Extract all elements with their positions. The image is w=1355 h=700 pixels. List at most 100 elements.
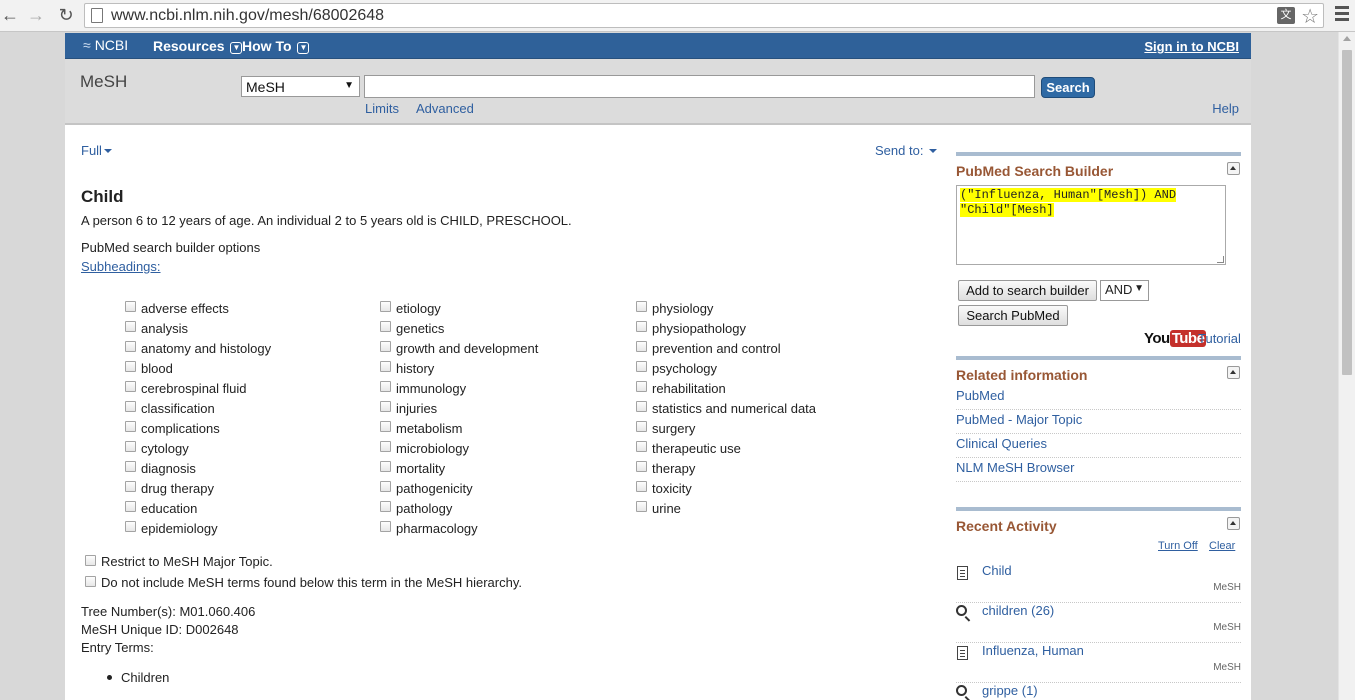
subheading-option[interactable]: complications xyxy=(125,421,271,441)
boolean-operator-select[interactable]: AND ▼ xyxy=(1100,280,1149,301)
subheading-option[interactable]: classification xyxy=(125,401,271,421)
back-icon[interactable]: ← xyxy=(0,5,20,25)
page-scrollbar[interactable] xyxy=(1338,32,1355,700)
subheading-option[interactable]: mortality xyxy=(380,461,538,481)
subheading-option[interactable]: urine xyxy=(636,501,816,521)
subheading-checkbox[interactable] xyxy=(380,321,391,332)
related-link-nlm-mesh-browser[interactable]: NLM MeSH Browser xyxy=(956,458,1241,482)
recent-activity-label[interactable]: Child xyxy=(982,563,1012,578)
subheading-checkbox[interactable] xyxy=(125,401,136,412)
subheading-option[interactable]: statistics and numerical data xyxy=(636,401,816,421)
subheading-option[interactable]: genetics xyxy=(380,321,538,341)
ncbi-logo[interactable]: ≈ NCBI xyxy=(83,37,128,53)
subheading-option[interactable]: rehabilitation xyxy=(636,381,816,401)
subheading-checkbox[interactable] xyxy=(380,441,391,452)
subheading-checkbox[interactable] xyxy=(125,361,136,372)
subheading-option[interactable]: diagnosis xyxy=(125,461,271,481)
collapse-icon[interactable] xyxy=(1227,162,1240,175)
url-text[interactable]: www.ncbi.nlm.nih.gov/mesh/68002648 xyxy=(111,7,384,25)
subheading-checkbox[interactable] xyxy=(636,341,647,352)
subheading-checkbox[interactable] xyxy=(636,381,647,392)
subheading-checkbox[interactable] xyxy=(125,301,136,312)
search-pubmed-button[interactable]: Search PubMed xyxy=(958,305,1068,326)
add-to-search-builder-button[interactable]: Add to search builder xyxy=(958,280,1097,301)
sign-in-link[interactable]: Sign in to NCBI xyxy=(1144,39,1239,54)
subheading-option[interactable]: psychology xyxy=(636,361,816,381)
subheading-checkbox[interactable] xyxy=(125,461,136,472)
browser-menu-icon[interactable] xyxy=(1335,6,1349,24)
subheading-option[interactable]: blood xyxy=(125,361,271,381)
subheading-option[interactable]: physiology xyxy=(636,301,816,321)
subheading-checkbox[interactable] xyxy=(380,521,391,532)
collapse-icon[interactable] xyxy=(1227,517,1240,530)
subheading-option[interactable]: drug therapy xyxy=(125,481,271,501)
subheading-checkbox[interactable] xyxy=(380,461,391,472)
subheading-option[interactable]: immunology xyxy=(380,381,538,401)
clear-link[interactable]: Clear xyxy=(1209,540,1235,552)
subheading-option[interactable]: pharmacology xyxy=(380,521,538,541)
bookmark-star-icon[interactable]: ☆ xyxy=(1301,4,1319,29)
related-link-pubmed-major-topic[interactable]: PubMed - Major Topic xyxy=(956,410,1241,434)
subheadings-link[interactable]: Subheadings: xyxy=(81,259,161,274)
subheading-option[interactable]: analysis xyxy=(125,321,271,341)
subheading-option[interactable]: adverse effects xyxy=(125,301,271,321)
address-bar[interactable]: www.ncbi.nlm.nih.gov/mesh/68002648 文 ☆ xyxy=(84,3,1324,28)
restrict-major-checkbox[interactable] xyxy=(85,555,96,566)
recent-activity-item[interactable]: Child MeSH xyxy=(956,563,1241,603)
subheading-checkbox[interactable] xyxy=(380,381,391,392)
display-format-menu[interactable]: Full xyxy=(81,143,112,158)
send-to-menu[interactable]: Send to: xyxy=(875,143,938,158)
forward-icon[interactable]: → xyxy=(26,5,46,25)
subheading-checkbox[interactable] xyxy=(125,521,136,532)
subheading-checkbox[interactable] xyxy=(125,421,136,432)
collapse-icon[interactable] xyxy=(1227,366,1240,379)
search-builder-textarea[interactable]: ("Influenza, Human"[Mesh]) AND "Child"[M… xyxy=(956,185,1226,265)
related-link-pubmed[interactable]: PubMed xyxy=(956,386,1241,410)
subheading-checkbox[interactable] xyxy=(380,361,391,372)
help-link[interactable]: Help xyxy=(1212,101,1239,116)
recent-activity-label[interactable]: grippe (1) xyxy=(982,683,1038,698)
scroll-up-arrow-icon[interactable] xyxy=(1343,36,1351,41)
subheading-option[interactable]: pathology xyxy=(380,501,538,521)
subheading-option[interactable]: pathogenicity xyxy=(380,481,538,501)
related-link-clinical-queries[interactable]: Clinical Queries xyxy=(956,434,1241,458)
subheading-checkbox[interactable] xyxy=(636,321,647,332)
no-explode-option[interactable]: Do not include MeSH terms found below th… xyxy=(85,575,522,590)
restrict-major-option[interactable]: Restrict to MeSH Major Topic. xyxy=(85,554,273,569)
subheading-option[interactable]: injuries xyxy=(380,401,538,421)
reload-icon[interactable]: ↻ xyxy=(56,5,76,25)
subheading-option[interactable]: therapy xyxy=(636,461,816,481)
turn-off-link[interactable]: Turn Off xyxy=(1158,540,1198,552)
subheading-checkbox[interactable] xyxy=(636,361,647,372)
subheading-option[interactable]: cytology xyxy=(125,441,271,461)
subheading-option[interactable]: therapeutic use xyxy=(636,441,816,461)
resources-menu[interactable]: Resources ▼ xyxy=(153,38,243,54)
subheading-option[interactable]: toxicity xyxy=(636,481,816,501)
how-to-menu[interactable]: How To ▼ xyxy=(242,38,310,54)
subheading-checkbox[interactable] xyxy=(125,321,136,332)
subheading-checkbox[interactable] xyxy=(125,381,136,392)
subheading-checkbox[interactable] xyxy=(125,441,136,452)
recent-activity-label[interactable]: Influenza, Human xyxy=(982,643,1084,658)
subheading-option[interactable]: growth and development xyxy=(380,341,538,361)
search-input[interactable] xyxy=(364,75,1035,98)
resize-grip-icon[interactable] xyxy=(1217,256,1224,263)
subheading-option[interactable]: microbiology xyxy=(380,441,538,461)
subheading-checkbox[interactable] xyxy=(380,481,391,492)
subheading-checkbox[interactable] xyxy=(125,481,136,492)
database-select[interactable]: MeSH ▼ xyxy=(241,76,360,97)
subheading-checkbox[interactable] xyxy=(380,501,391,512)
subheading-option[interactable]: surgery xyxy=(636,421,816,441)
subheading-checkbox[interactable] xyxy=(636,481,647,492)
subheading-checkbox[interactable] xyxy=(636,501,647,512)
subheading-checkbox[interactable] xyxy=(380,421,391,432)
advanced-link[interactable]: Advanced xyxy=(416,101,474,116)
subheading-option[interactable]: epidemiology xyxy=(125,521,271,541)
recent-activity-label[interactable]: children (26) xyxy=(982,603,1054,618)
subheading-checkbox[interactable] xyxy=(636,461,647,472)
subheading-checkbox[interactable] xyxy=(125,501,136,512)
subheading-checkbox[interactable] xyxy=(380,401,391,412)
recent-activity-item[interactable]: grippe (1) xyxy=(956,683,1241,700)
search-button[interactable]: Search xyxy=(1041,77,1095,98)
subheading-checkbox[interactable] xyxy=(636,301,647,312)
